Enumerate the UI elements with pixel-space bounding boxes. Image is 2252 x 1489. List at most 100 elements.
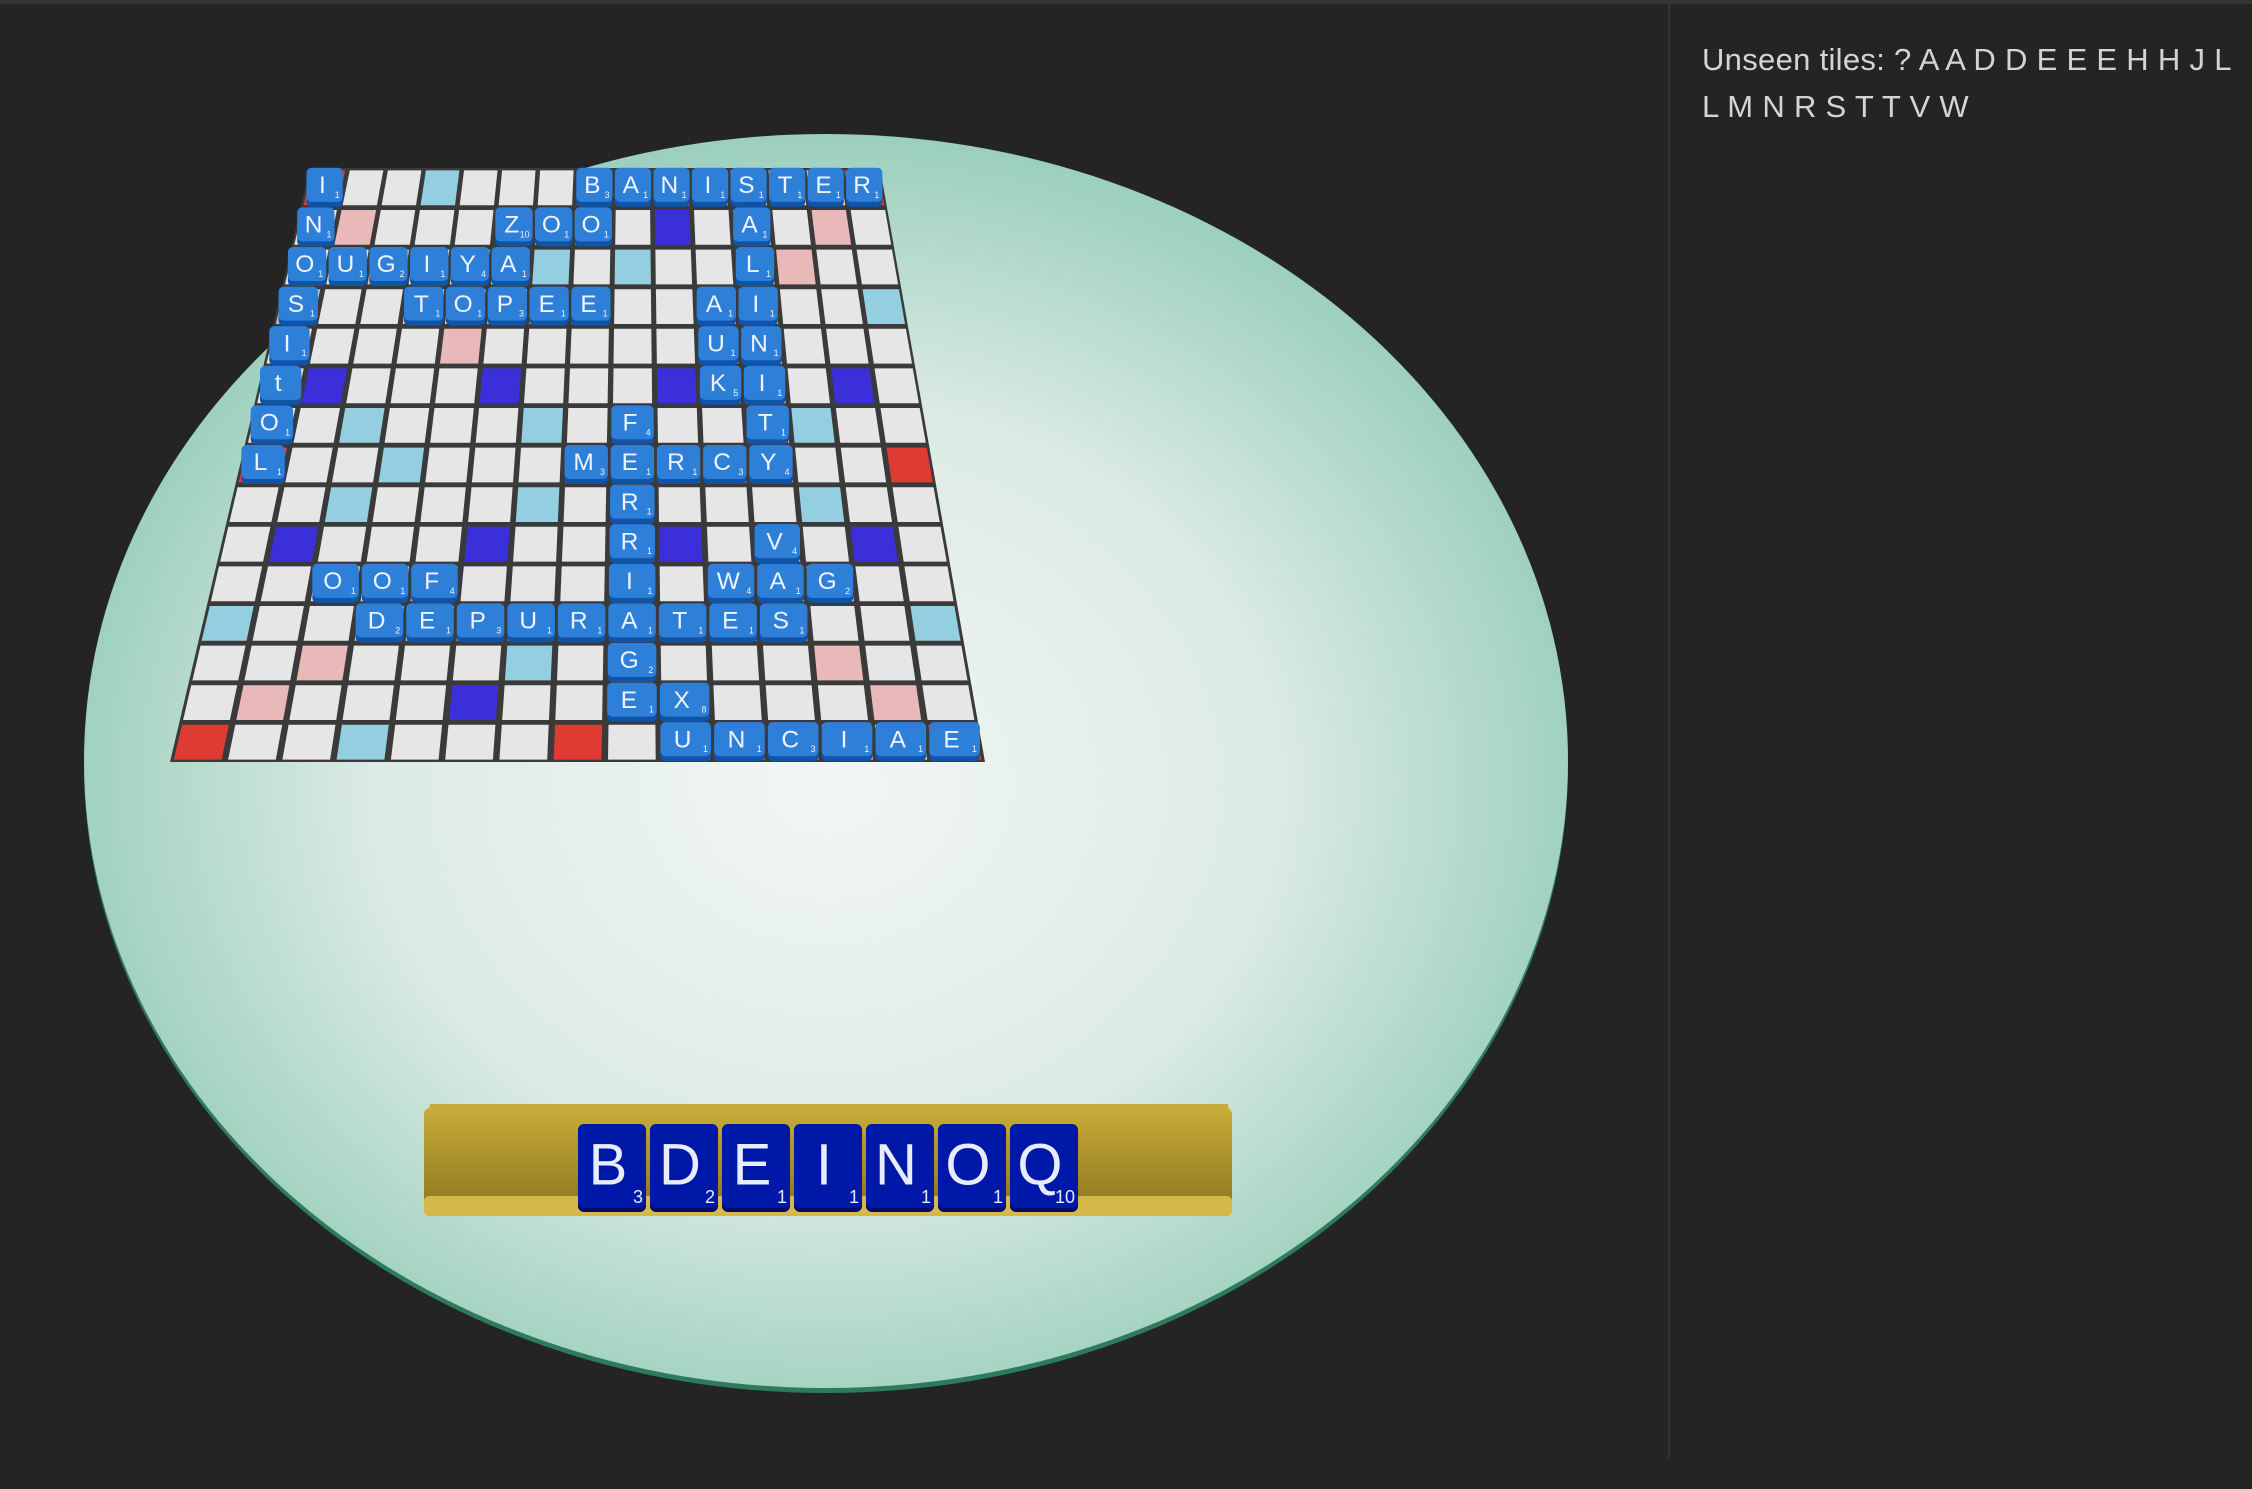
board-square[interactable]: [366, 526, 414, 562]
board-square[interactable]: [835, 408, 881, 443]
board-square[interactable]: [435, 368, 478, 404]
board-square[interactable]: [655, 289, 694, 324]
board-square[interactable]: [573, 249, 611, 285]
board-square[interactable]: [454, 210, 494, 245]
double-letter-square[interactable]: [420, 170, 460, 206]
board-square[interactable]: [880, 408, 926, 443]
board-square[interactable]: [483, 328, 525, 364]
board-square[interactable]: [850, 210, 892, 245]
board-square[interactable]: [810, 606, 859, 641]
triple-letter-square[interactable]: [301, 368, 348, 404]
board-square[interactable]: [526, 328, 567, 364]
board-square[interactable]: [381, 170, 422, 206]
triple-letter-square[interactable]: [657, 368, 697, 404]
board-square[interactable]: [659, 566, 704, 602]
board-square[interactable]: [459, 170, 498, 206]
board-square[interactable]: [513, 526, 558, 562]
rack-tile[interactable]: D2: [650, 1124, 718, 1212]
board-square[interactable]: [817, 685, 868, 720]
board-square[interactable]: [557, 645, 604, 681]
board-square[interactable]: [898, 526, 947, 562]
rack-tile[interactable]: N1: [866, 1124, 934, 1212]
board-square[interactable]: [317, 526, 367, 562]
board-square[interactable]: [614, 289, 652, 324]
board-square[interactable]: [293, 408, 341, 443]
double-letter-square[interactable]: [910, 606, 961, 641]
board-square[interactable]: [772, 210, 811, 245]
triple-letter-square[interactable]: [449, 685, 499, 720]
board-square[interactable]: [657, 408, 699, 443]
board-square[interactable]: [228, 724, 283, 760]
board-square[interactable]: [702, 408, 744, 443]
double-letter-square[interactable]: [324, 487, 373, 522]
board-square[interactable]: [282, 724, 336, 760]
board-square[interactable]: [765, 685, 815, 720]
double-word-square[interactable]: [296, 645, 348, 681]
board-square[interactable]: [856, 249, 899, 285]
triple-word-square[interactable]: [173, 724, 229, 760]
board-square[interactable]: [568, 368, 609, 404]
board-square[interactable]: [415, 526, 462, 562]
double-letter-square[interactable]: [532, 249, 571, 285]
board-square[interactable]: [400, 645, 450, 681]
board-square[interactable]: [787, 368, 831, 404]
board-square[interactable]: [192, 645, 246, 681]
double-letter-square[interactable]: [201, 606, 254, 641]
board-square[interactable]: [396, 328, 440, 364]
board-square[interactable]: [865, 645, 916, 681]
board-square[interactable]: [763, 645, 812, 681]
board-square[interactable]: [348, 645, 399, 681]
board-square[interactable]: [346, 368, 391, 404]
board-square[interactable]: [414, 210, 455, 245]
board-square[interactable]: [561, 526, 606, 562]
board-square[interactable]: [555, 685, 603, 720]
board-square[interactable]: [537, 170, 574, 206]
triple-letter-square[interactable]: [464, 526, 510, 562]
rack-tile[interactable]: B3: [578, 1124, 646, 1212]
board-square[interactable]: [510, 566, 556, 602]
double-word-square[interactable]: [334, 210, 377, 245]
double-letter-square[interactable]: [504, 645, 553, 681]
board-square[interactable]: [840, 447, 887, 483]
board-square[interactable]: [868, 328, 913, 364]
board-square[interactable]: [452, 645, 502, 681]
double-letter-square[interactable]: [791, 408, 835, 443]
board-square[interactable]: [694, 210, 731, 245]
board-square[interactable]: [916, 645, 968, 681]
double-letter-square[interactable]: [521, 408, 563, 443]
board-square[interactable]: [277, 487, 326, 522]
board-square[interactable]: [615, 210, 651, 245]
board-square[interactable]: [502, 685, 551, 720]
board-square[interactable]: [658, 487, 701, 522]
board-square[interactable]: [563, 487, 607, 522]
double-word-square[interactable]: [440, 328, 482, 364]
board-square[interactable]: [425, 447, 470, 483]
rack-tile[interactable]: I1: [794, 1124, 862, 1212]
double-word-square[interactable]: [814, 645, 864, 681]
board-square[interactable]: [430, 408, 474, 443]
board-square[interactable]: [471, 447, 516, 483]
triple-letter-square[interactable]: [659, 526, 703, 562]
board-square[interactable]: [802, 526, 849, 562]
board-square[interactable]: [303, 606, 354, 641]
board-square[interactable]: [779, 289, 821, 324]
board-square[interactable]: [795, 447, 840, 483]
board-square[interactable]: [613, 368, 653, 404]
board-square[interactable]: [570, 328, 609, 364]
board-square[interactable]: [395, 685, 447, 720]
board-square[interactable]: [874, 368, 919, 404]
board-square[interactable]: [468, 487, 513, 522]
board-square[interactable]: [342, 685, 394, 720]
board-square[interactable]: [210, 566, 263, 602]
board-square[interactable]: [660, 645, 707, 681]
board-square[interactable]: [855, 566, 904, 602]
board-square[interactable]: [285, 447, 333, 483]
board-square[interactable]: [783, 328, 826, 364]
triple-letter-square[interactable]: [850, 526, 898, 562]
board-square[interactable]: [318, 289, 362, 324]
triple-word-square[interactable]: [886, 447, 933, 483]
board-square[interactable]: [904, 566, 954, 602]
board-square[interactable]: [390, 724, 443, 760]
board-square[interactable]: [518, 447, 562, 483]
double-letter-square[interactable]: [339, 408, 385, 443]
